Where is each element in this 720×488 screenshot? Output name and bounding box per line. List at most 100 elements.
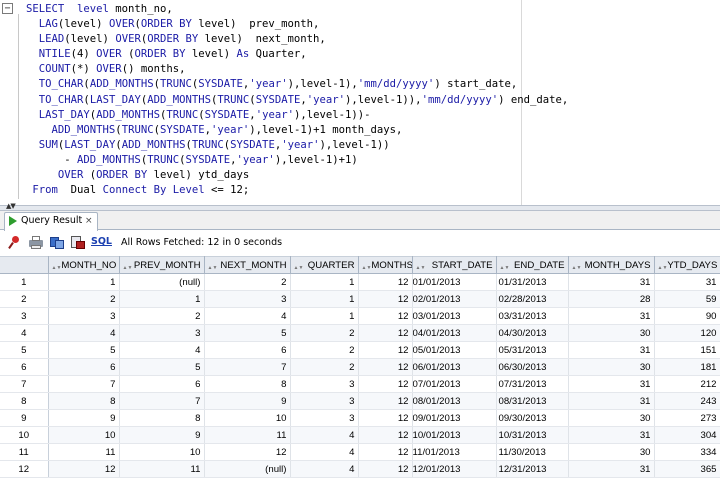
sql-code[interactable]: SELECT level month_no, LAG(level) OVER(O…: [26, 2, 568, 198]
table-cell[interactable]: 04/01/2013: [412, 324, 497, 342]
table-cell[interactable]: 12: [358, 358, 413, 376]
table-cell[interactable]: 6: [119, 375, 205, 393]
splitter-arrows-icon[interactable]: ▲▼: [6, 202, 16, 210]
table-cell[interactable]: 6: [48, 358, 120, 376]
code-line[interactable]: SUM(LAST_DAY(ADD_MONTHS(TRUNC(SYSDATE,'y…: [26, 138, 568, 153]
table-cell[interactable]: 120: [654, 324, 720, 342]
sql-link[interactable]: SQL: [91, 236, 112, 247]
table-cell[interactable]: 12/31/2013: [496, 460, 569, 478]
table-cell[interactable]: 3: [290, 392, 359, 410]
table-cell[interactable]: 8: [119, 409, 205, 427]
table-cell[interactable]: 6: [204, 341, 291, 359]
column-header-end-date[interactable]: ▲▼ END_DATE: [496, 256, 569, 274]
table-cell[interactable]: 12: [358, 273, 413, 291]
table-cell[interactable]: 1: [119, 290, 205, 308]
table-cell[interactable]: 4: [204, 307, 291, 325]
table-cell[interactable]: 03/01/2013: [412, 307, 497, 325]
table-cell[interactable]: 7: [204, 358, 291, 376]
table-cell[interactable]: 31: [568, 392, 655, 410]
code-line[interactable]: - ADD_MONTHS(TRUNC(SYSDATE,'year'),level…: [26, 153, 568, 168]
table-cell[interactable]: 2: [290, 341, 359, 359]
code-line[interactable]: ADD_MONTHS(TRUNC(SYSDATE,'year'),level-1…: [26, 123, 568, 138]
code-line[interactable]: NTILE(4) OVER (ORDER BY level) As Quarte…: [26, 47, 568, 62]
table-cell[interactable]: 9: [204, 392, 291, 410]
export-icon[interactable]: [71, 236, 85, 249]
table-cell[interactable]: 31: [654, 273, 720, 291]
table-cell[interactable]: 2: [204, 273, 291, 291]
table-cell[interactable]: 03/31/2013: [496, 307, 569, 325]
table-cell[interactable]: 212: [654, 375, 720, 393]
row-number[interactable]: 12: [0, 460, 49, 478]
table-cell[interactable]: 2: [48, 290, 120, 308]
table-cell[interactable]: (null): [119, 273, 205, 291]
table-cell[interactable]: 9: [48, 409, 120, 427]
table-cell[interactable]: 01/31/2013: [496, 273, 569, 291]
tab-close-button[interactable]: ×: [85, 213, 93, 229]
row-number[interactable]: 4: [0, 324, 49, 342]
table-cell[interactable]: 59: [654, 290, 720, 308]
table-cell[interactable]: 02/01/2013: [412, 290, 497, 308]
column-header-ytd-days[interactable]: ▲▼ YTD_DAYS: [654, 256, 720, 274]
code-line[interactable]: TO_CHAR(ADD_MONTHS(TRUNC(SYSDATE,'year')…: [26, 77, 568, 92]
code-line[interactable]: LEAD(level) OVER(ORDER BY level) next_mo…: [26, 32, 568, 47]
code-line[interactable]: OVER (ORDER BY level) ytd_days: [26, 168, 568, 183]
column-header-month-no[interactable]: ▲▼ MONTH_NO: [48, 256, 120, 274]
table-cell[interactable]: 11: [204, 426, 291, 444]
table-cell[interactable]: 10/01/2013: [412, 426, 497, 444]
table-row[interactable]: 6 6 5 7 2 12 06/01/2013 06/30/2013 30 181: [0, 358, 720, 376]
sql-editor[interactable]: − SELECT level month_no, LAG(level) OVER…: [0, 0, 720, 205]
code-line[interactable]: From Dual Connect By Level <= 12;: [26, 183, 568, 198]
table-cell[interactable]: 1: [290, 290, 359, 308]
table-row[interactable]: 12 12 11 (null) 4 12 12/01/2013 12/31/2013 31 365: [0, 460, 720, 478]
table-cell[interactable]: 5: [119, 358, 205, 376]
row-number[interactable]: 8: [0, 392, 49, 410]
column-header-months[interactable]: ▲▼ MONTHS: [358, 256, 413, 274]
table-cell[interactable]: 02/28/2013: [496, 290, 569, 308]
table-cell[interactable]: (null): [204, 460, 291, 478]
table-row[interactable]: 9 9 8 10 3 12 09/01/2013 09/30/2013 30 273: [0, 409, 720, 427]
row-number[interactable]: 2: [0, 290, 49, 308]
column-header-quarter[interactable]: ▲▼ QUARTER: [290, 256, 359, 274]
table-cell[interactable]: 12: [358, 307, 413, 325]
table-row[interactable]: 11 11 10 12 4 12 11/01/2013 11/30/2013 30 334: [0, 443, 720, 461]
table-cell[interactable]: 31: [568, 375, 655, 393]
table-cell[interactable]: 12: [358, 324, 413, 342]
code-line[interactable]: COUNT(*) OVER() months,: [26, 62, 568, 77]
column-header-month-days[interactable]: ▲▼ MONTH_DAYS: [568, 256, 655, 274]
table-cell[interactable]: 30: [568, 409, 655, 427]
code-line[interactable]: LAG(level) OVER(ORDER BY level) prev_mon…: [26, 17, 568, 32]
table-row[interactable]: 1 1 (null) 2 1 12 01/01/2013 01/31/2013 31 31: [0, 273, 720, 291]
table-cell[interactable]: 365: [654, 460, 720, 478]
row-number[interactable]: 1: [0, 273, 49, 291]
table-cell[interactable]: 07/01/2013: [412, 375, 497, 393]
table-cell[interactable]: 12: [358, 443, 413, 461]
table-cell[interactable]: 30: [568, 443, 655, 461]
code-line[interactable]: SELECT level month_no,: [26, 2, 568, 17]
table-cell[interactable]: 4: [48, 324, 120, 342]
row-number[interactable]: 6: [0, 358, 49, 376]
table-cell[interactable]: 12: [358, 409, 413, 427]
table-cell[interactable]: 12: [358, 341, 413, 359]
table-cell[interactable]: 3: [290, 409, 359, 427]
table-cell[interactable]: 09/30/2013: [496, 409, 569, 427]
row-number[interactable]: 11: [0, 443, 49, 461]
table-cell[interactable]: 7: [119, 392, 205, 410]
tab-query-result[interactable]: Query Result ×: [4, 212, 98, 231]
table-cell[interactable]: 08/31/2013: [496, 392, 569, 410]
table-cell[interactable]: 9: [119, 426, 205, 444]
table-row[interactable]: 10 10 9 11 4 12 10/01/2013 10/31/2013 31 304: [0, 426, 720, 444]
pin-icon[interactable]: [8, 236, 22, 249]
table-cell[interactable]: 12: [358, 375, 413, 393]
row-number[interactable]: 7: [0, 375, 49, 393]
table-cell[interactable]: 30: [568, 324, 655, 342]
table-cell[interactable]: 11/30/2013: [496, 443, 569, 461]
table-cell[interactable]: 10: [48, 426, 120, 444]
table-cell[interactable]: 12: [48, 460, 120, 478]
refresh-icon[interactable]: [50, 236, 64, 249]
table-cell[interactable]: 181: [654, 358, 720, 376]
table-cell[interactable]: 7: [48, 375, 120, 393]
table-cell[interactable]: 243: [654, 392, 720, 410]
table-cell[interactable]: 5: [204, 324, 291, 342]
table-cell[interactable]: 04/30/2013: [496, 324, 569, 342]
table-cell[interactable]: 2: [119, 307, 205, 325]
